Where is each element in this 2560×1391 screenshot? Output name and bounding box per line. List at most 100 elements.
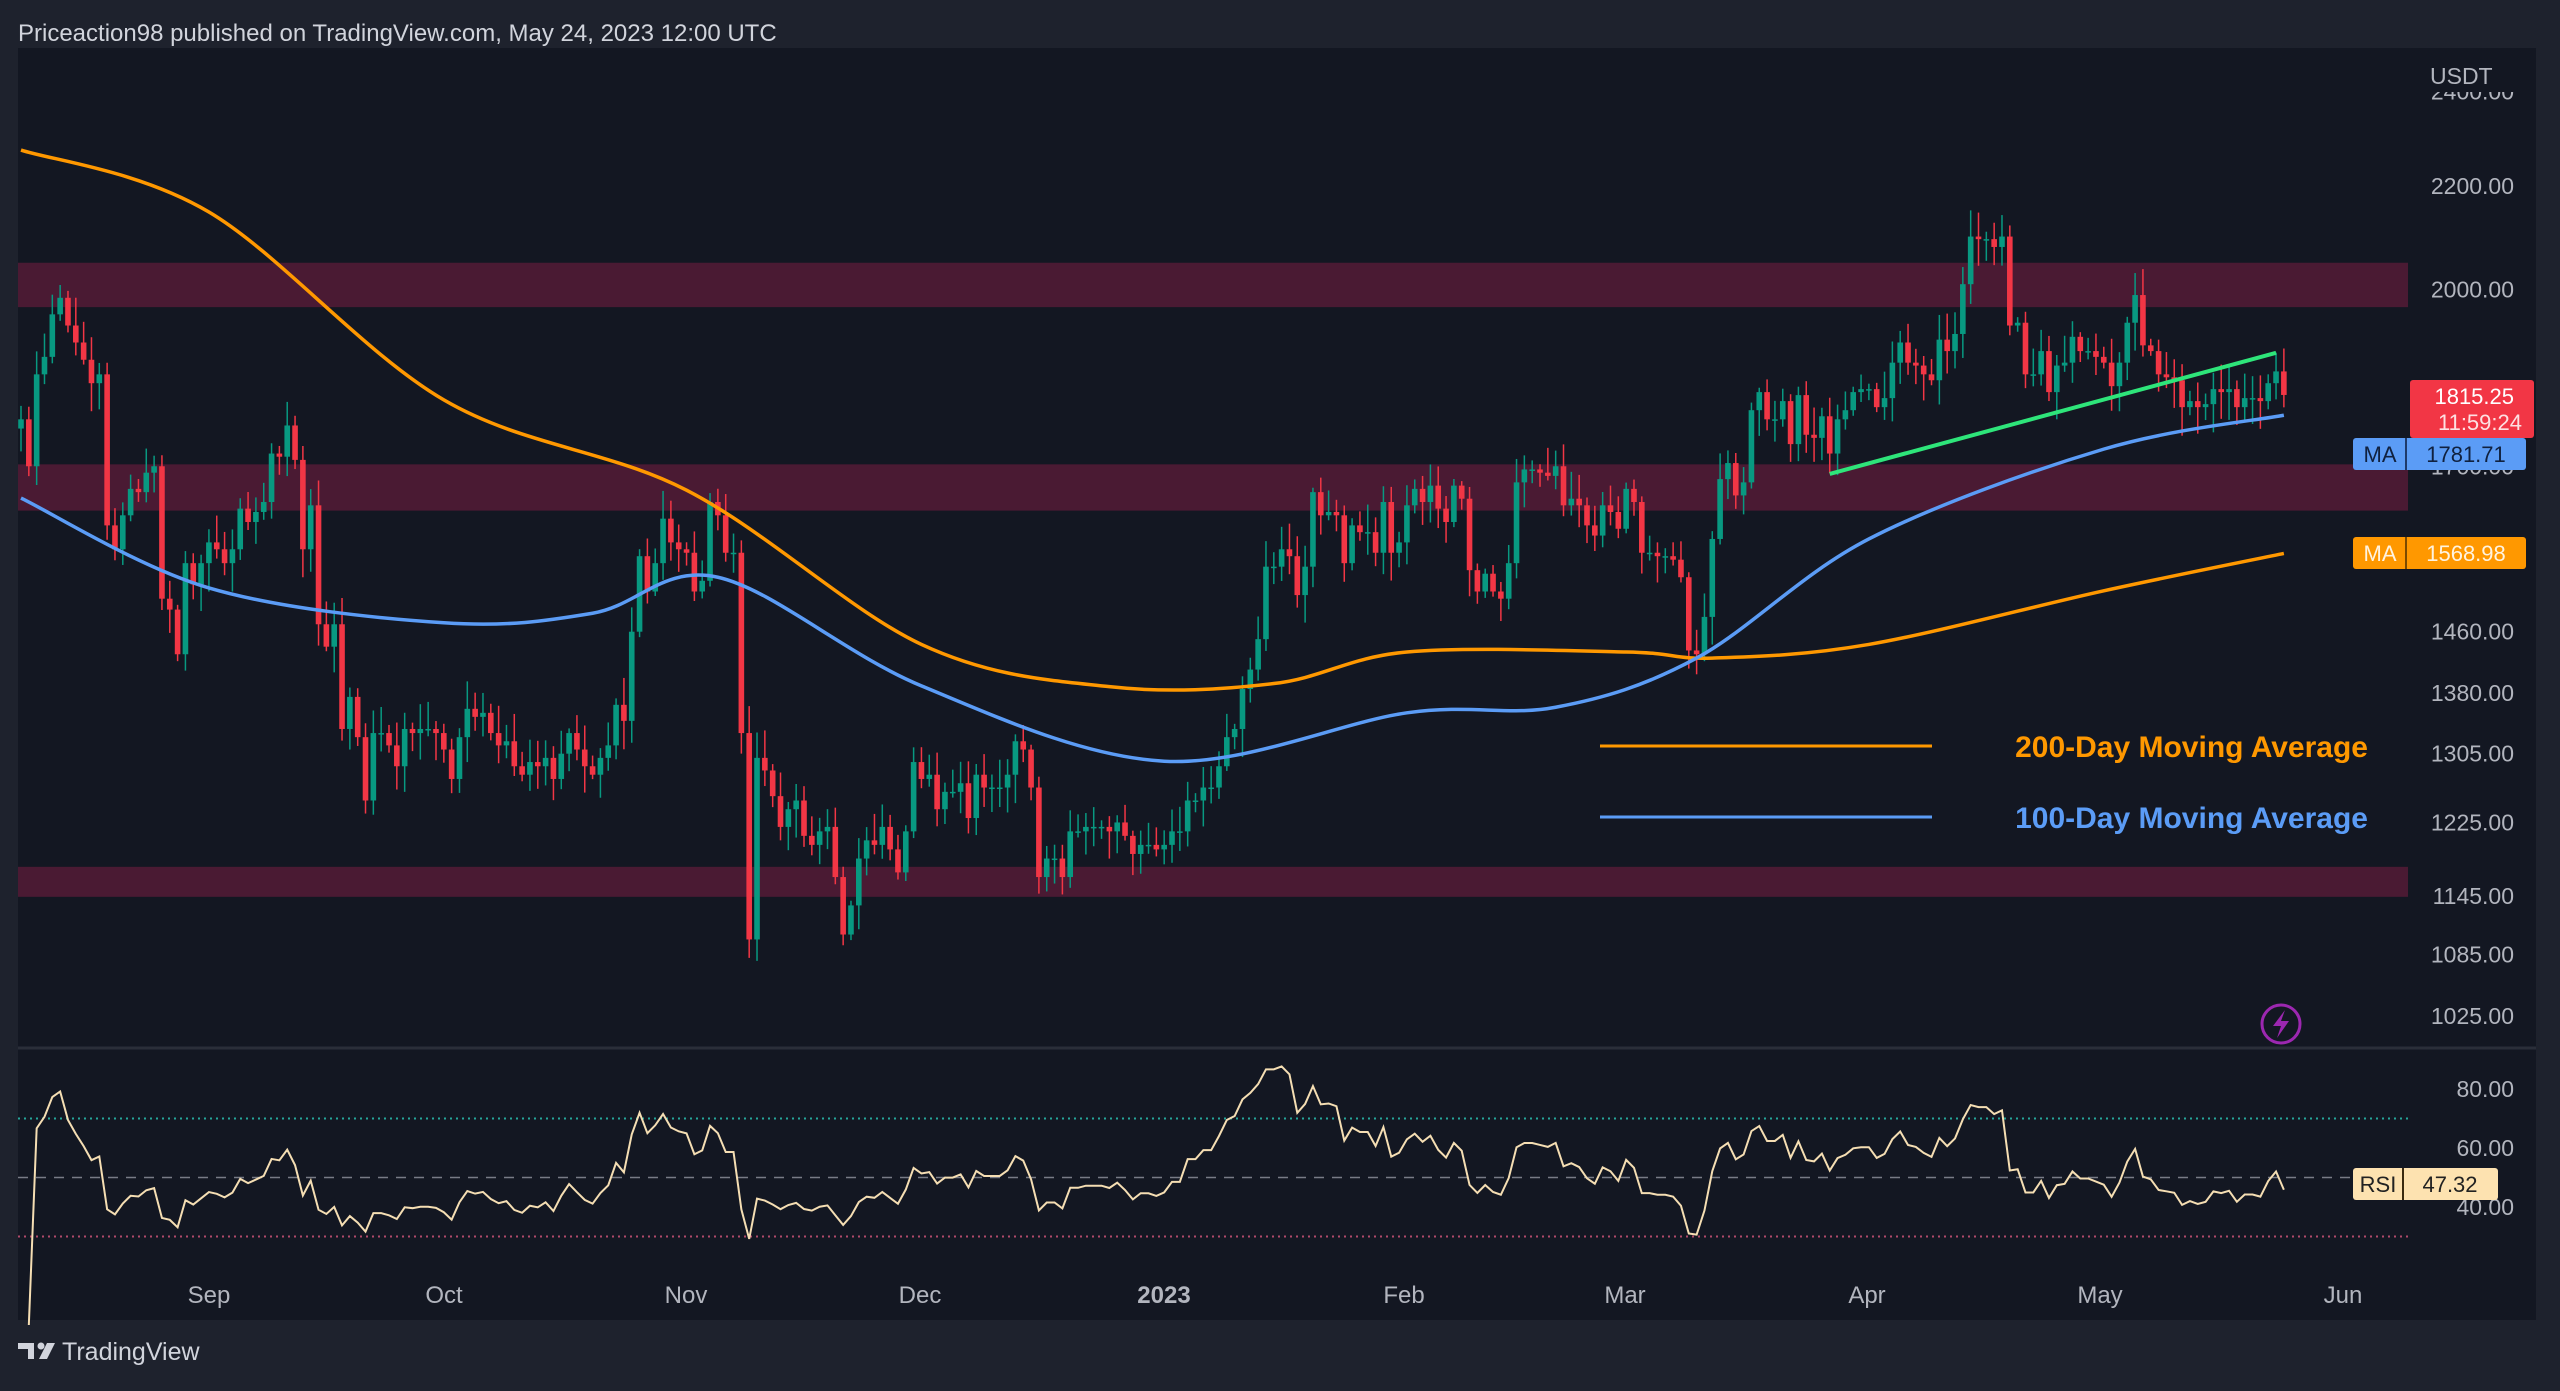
- candle-body: [989, 787, 995, 790]
- time-label: Feb: [1383, 1282, 1424, 1309]
- candle-body: [1114, 822, 1120, 832]
- rsi-tag: RSI: [2360, 1172, 2397, 1197]
- candle-body: [949, 791, 956, 794]
- candle-body: [1161, 844, 1167, 850]
- candle-body: [2257, 398, 2264, 402]
- candle-body: [1521, 469, 1528, 483]
- candle-body: [229, 549, 236, 564]
- candle-body: [605, 745, 612, 758]
- candle-body: [1310, 492, 1316, 567]
- candle-body: [902, 831, 909, 873]
- candle-body: [1967, 236, 1974, 285]
- price-tick-label: 2000.00: [2431, 277, 2514, 303]
- candle-body: [2265, 383, 2272, 402]
- ma100-price-label: MA 1781.71: [2353, 438, 2526, 470]
- candle-body: [2155, 351, 2162, 375]
- candle-body: [284, 425, 291, 457]
- candle-body: [1004, 774, 1011, 788]
- candle-body: [1012, 741, 1019, 775]
- candle-body: [339, 624, 345, 729]
- candle-body: [2218, 389, 2225, 393]
- candle-body: [73, 325, 79, 343]
- candle-body: [1991, 239, 1997, 247]
- last-price: 1815.25: [2434, 384, 2514, 409]
- candle-body: [534, 762, 541, 767]
- candle-body: [1263, 566, 1269, 640]
- candle-body: [1928, 374, 1935, 381]
- time-label: Apr: [1848, 1282, 1885, 1309]
- price-tick-label: 1460.00: [2431, 619, 2514, 645]
- brand-name: TradingView: [62, 1338, 201, 1366]
- candle-body: [1803, 395, 1810, 435]
- candle-body: [2069, 336, 2076, 363]
- candle-body: [1685, 577, 1692, 651]
- candle-body: [691, 552, 698, 592]
- candle-body: [1380, 502, 1387, 553]
- candle-body: [1169, 831, 1175, 845]
- candle-body: [1584, 505, 1590, 526]
- candle-body: [675, 542, 682, 550]
- candle-body: [895, 849, 901, 873]
- candle-body: [1404, 505, 1410, 543]
- candle-body: [628, 631, 635, 721]
- candle-body: [1192, 800, 1199, 802]
- candle-body: [1615, 511, 1622, 529]
- candle-body: [1944, 339, 1950, 352]
- price-zone: [18, 262, 2408, 308]
- candle-body: [1271, 566, 1277, 569]
- candle-body: [18, 419, 24, 429]
- candle-body: [934, 774, 940, 810]
- candle-body: [597, 757, 604, 775]
- candle-body: [1482, 573, 1489, 592]
- legend-label-ma100: 100-Day Moving Average: [2015, 802, 2368, 835]
- candle-body: [1435, 485, 1442, 509]
- candle-body: [1889, 362, 1896, 399]
- ma100-tag: MA: [2364, 442, 2397, 467]
- candle-body: [33, 374, 40, 467]
- candle-body: [2249, 398, 2256, 400]
- candle-body: [1709, 538, 1716, 617]
- time-label: Nov: [665, 1282, 708, 1309]
- candle-body: [1646, 552, 1653, 555]
- candle-body: [1920, 365, 1927, 375]
- price-zone: [18, 866, 2408, 897]
- chart-canvas[interactable]: 80.0060.0040.00 2400.002200.002000.00170…: [0, 0, 2560, 1386]
- candle-body: [1451, 485, 1457, 523]
- candle-body: [2038, 351, 2044, 375]
- candle-body: [1513, 482, 1520, 564]
- rsi-value-label: RSI 47.32: [2353, 1168, 2498, 1200]
- candle-body: [1122, 822, 1128, 836]
- time-label: May: [2077, 1282, 2122, 1309]
- candle-body: [762, 757, 768, 771]
- candle-body: [65, 297, 71, 326]
- candle-body: [495, 733, 502, 746]
- candle-body: [1419, 488, 1426, 503]
- candle-body: [965, 783, 972, 819]
- candle-body: [996, 787, 1003, 790]
- candle-body: [699, 580, 706, 592]
- candle-body: [174, 609, 181, 655]
- candle-body: [409, 728, 416, 734]
- candle-body: [2147, 345, 2154, 352]
- candle-body: [1443, 508, 1449, 523]
- candle-body: [472, 708, 478, 717]
- candle-body: [1952, 333, 1958, 352]
- candle-body: [1975, 236, 1982, 240]
- candle-body: [1795, 395, 1802, 445]
- candle-body: [1325, 511, 1332, 516]
- candle-body: [1145, 844, 1152, 847]
- candle-body: [910, 762, 917, 832]
- candle-body: [832, 826, 839, 878]
- currency-label: USDT: [2430, 63, 2493, 89]
- candle-body: [558, 753, 565, 779]
- footer-brand[interactable]: TradingView: [18, 1338, 201, 1366]
- price-tick-label: 1225.00: [2431, 809, 2514, 835]
- candle-body: [417, 728, 424, 734]
- candle-body: [386, 733, 392, 746]
- candle-body: [1388, 502, 1395, 553]
- candle-body: [1826, 416, 1833, 454]
- candle-body: [777, 796, 784, 827]
- candle-body: [441, 733, 447, 750]
- candle-body: [2179, 380, 2185, 408]
- candle-body: [1819, 416, 1825, 438]
